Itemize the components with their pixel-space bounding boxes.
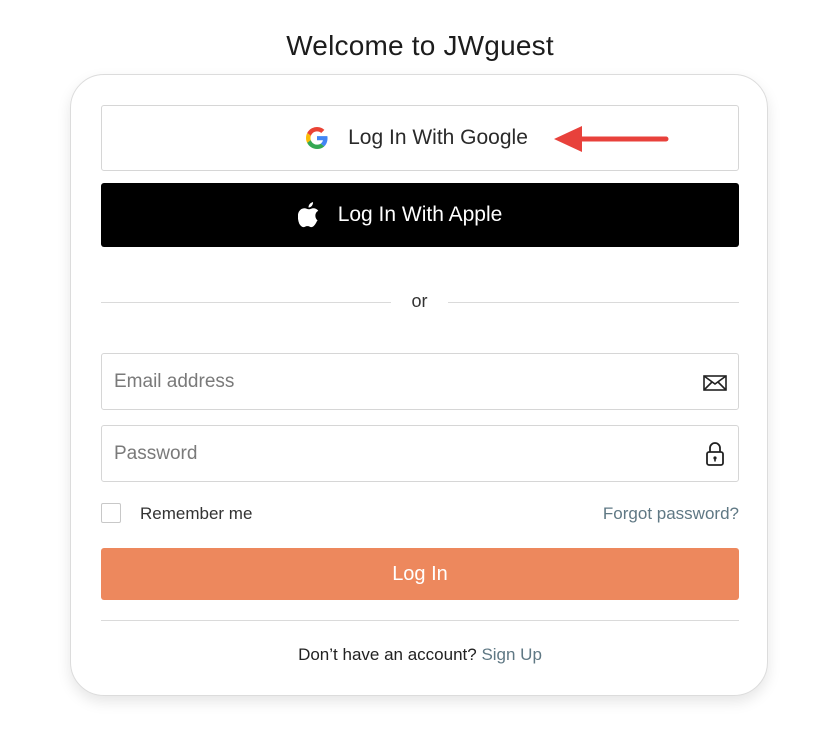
- password-field: [101, 425, 739, 482]
- apple-login-button[interactable]: Log In With Apple: [101, 183, 739, 247]
- signup-prompt: Don’t have an account?: [298, 645, 477, 664]
- divider-line-left: [101, 302, 391, 303]
- remember-me-label[interactable]: Remember me: [140, 504, 252, 524]
- apple-login-label: Log In With Apple: [337, 203, 503, 226]
- login-page: Welcome to JWguest Log In With Google Lo…: [0, 0, 836, 739]
- password-input[interactable]: [102, 426, 694, 481]
- or-text: or: [411, 291, 428, 311]
- email-field: [101, 353, 739, 410]
- forgot-password-link[interactable]: Forgot password?: [603, 504, 739, 524]
- or-divider: or: [101, 287, 739, 317]
- login-card: Log In With Google Log In With Apple or: [70, 74, 768, 696]
- page-title: Welcome to JWguest: [286, 30, 554, 61]
- remember-row: Remember me Forgot password?: [101, 503, 739, 529]
- login-button[interactable]: Log In: [101, 548, 739, 600]
- google-g-icon: [306, 127, 328, 149]
- annotation-arrow-icon: [554, 126, 669, 152]
- signup-link[interactable]: Sign Up: [481, 645, 541, 664]
- signup-row: Don’t have an account? Sign Up: [101, 645, 739, 665]
- email-input[interactable]: [102, 354, 694, 409]
- google-login-label: Log In With Google: [348, 126, 528, 149]
- bottom-divider: [101, 620, 739, 621]
- envelope-icon: [703, 375, 727, 391]
- remember-me-checkbox[interactable]: [101, 503, 121, 523]
- apple-logo-icon: [297, 202, 318, 228]
- padlock-icon: [706, 442, 724, 466]
- divider-line-right: [448, 302, 739, 303]
